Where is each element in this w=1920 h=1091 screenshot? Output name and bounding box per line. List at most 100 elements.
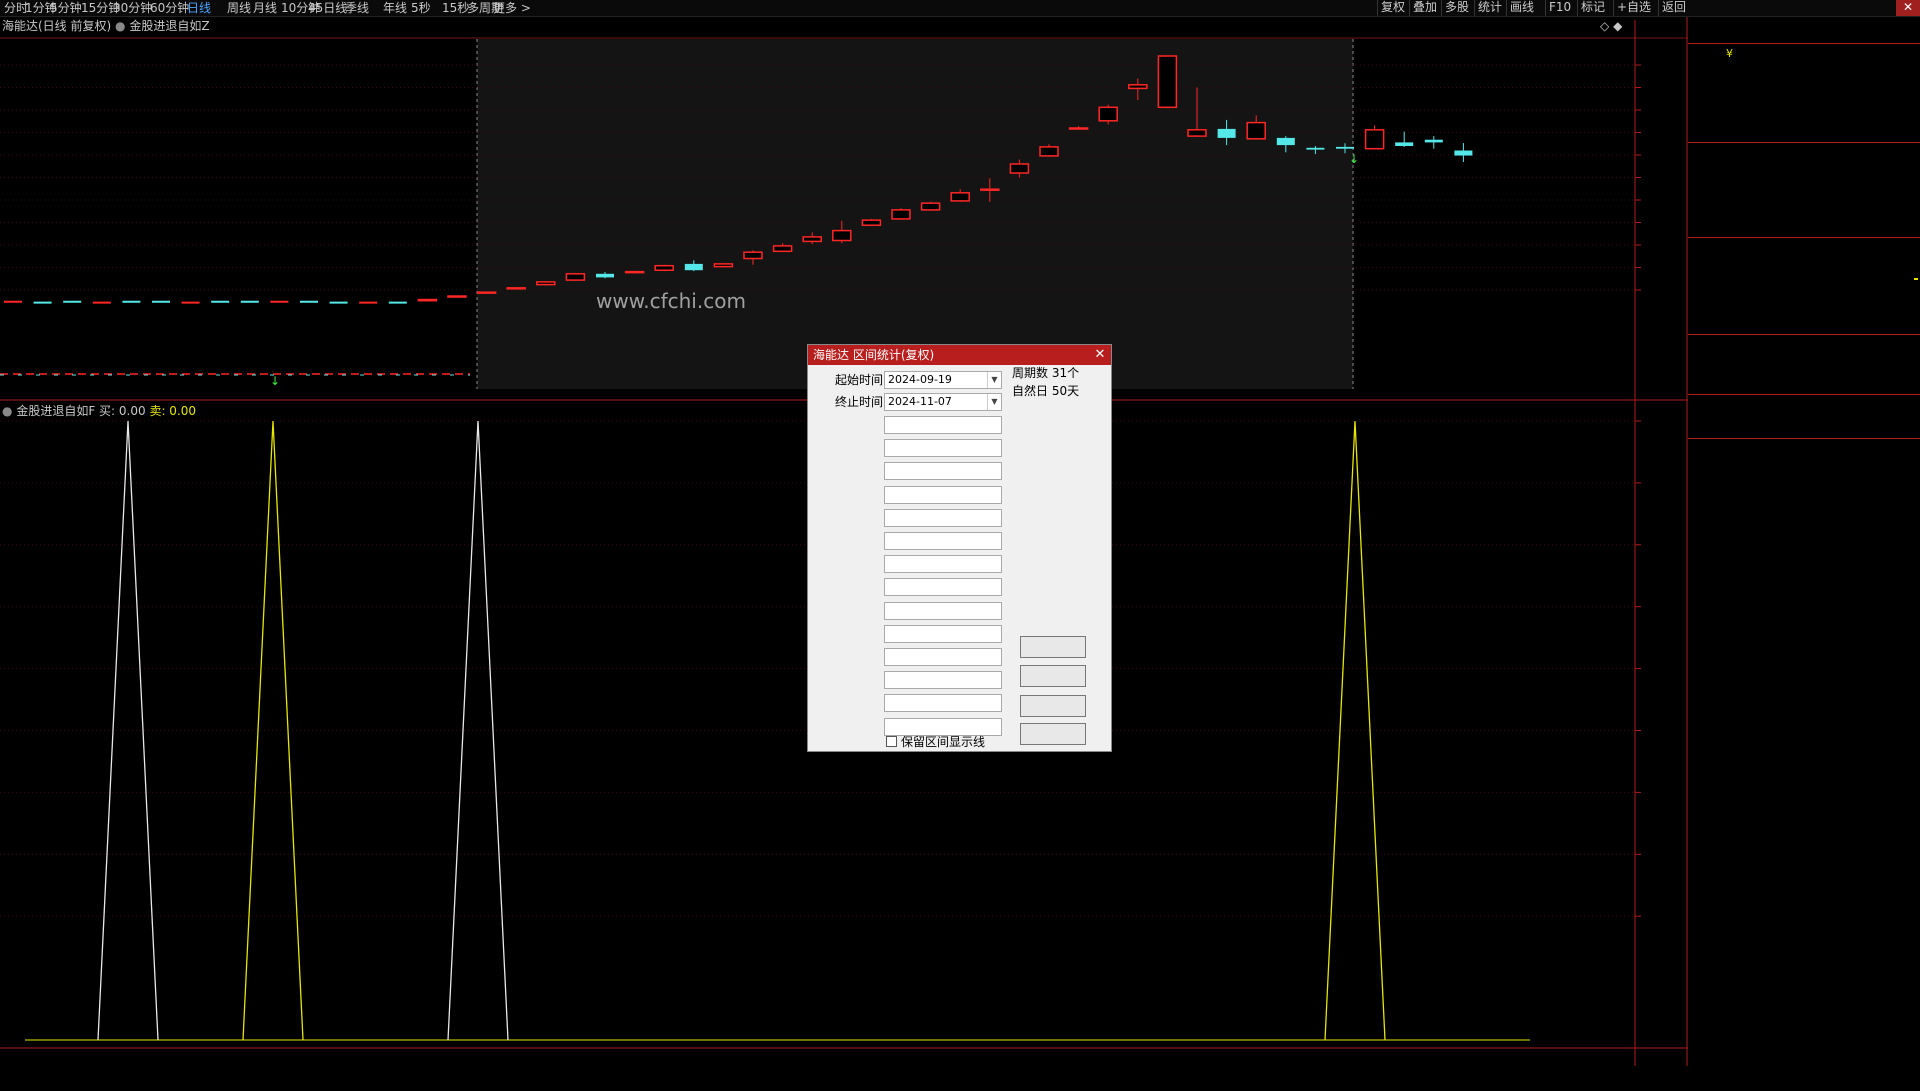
stat-value-2 [1914, 278, 1918, 280]
start-time-select[interactable]: 2024-09-19 ▼ [884, 371, 1002, 389]
candle-body [1246, 121, 1266, 140]
candle-body [506, 287, 526, 290]
field-value [884, 416, 1002, 434]
tick-row [1688, 692, 1920, 710]
selection-area [477, 39, 1353, 389]
candle-body [743, 251, 763, 260]
candle-body [684, 263, 703, 271]
tick-row [1688, 493, 1920, 511]
tick-row [1688, 548, 1920, 566]
stat-row [1688, 315, 1920, 334]
tick-row [1688, 511, 1920, 529]
field-value [884, 648, 1002, 666]
candle-body [565, 273, 586, 281]
candle-body [1395, 142, 1414, 146]
tick-row [1688, 530, 1920, 548]
candle-body [891, 209, 911, 220]
section-divider [1688, 334, 1920, 335]
sub-sell-value: 卖: 0.00 [149, 404, 197, 418]
stock-header [1688, 0, 1920, 19]
stat-row [1688, 277, 1920, 296]
tick-row [1688, 638, 1920, 656]
ask-row: ¥ [1688, 44, 1920, 63]
start-time-label: 起始时间 [834, 373, 883, 387]
tick-row [1688, 892, 1920, 910]
sub-indicator-name: 金股进退自如F [16, 404, 96, 418]
section-divider [1688, 237, 1920, 238]
dialog-button-1[interactable] [1020, 665, 1086, 687]
sub-title: ● 金股进退自如F 买: 0.00 卖: 0.00 [2, 404, 196, 418]
candle-body [654, 264, 674, 271]
field-value [884, 624, 1002, 643]
tick-row [1688, 1036, 1920, 1054]
stat-row [1688, 296, 1920, 315]
watermark: www.cfchi.com [596, 289, 746, 313]
natural-days: 自然日 50天 [1012, 384, 1080, 398]
bid-row [1688, 143, 1920, 162]
tick-row [1688, 855, 1920, 873]
field-value [884, 694, 1002, 713]
tick-row [1688, 711, 1920, 729]
candle-body [417, 298, 438, 302]
candle-body [1336, 146, 1354, 149]
field-value [884, 462, 1002, 481]
status-row [1688, 417, 1920, 436]
stat-row [1688, 239, 1920, 258]
tick-row [1688, 729, 1920, 747]
fin-row [1688, 336, 1920, 355]
chevron-down-icon[interactable]: ▼ [987, 394, 1001, 410]
candle-body [536, 281, 556, 286]
section-divider [1688, 394, 1920, 395]
keep-range-checkbox[interactable] [886, 736, 897, 747]
dialog-button-2[interactable] [1020, 695, 1086, 717]
candle-body [1276, 137, 1295, 146]
main-panel-icons: ◇ ◆ [1600, 19, 1622, 33]
candle-body [713, 263, 734, 268]
candle-body [950, 192, 970, 202]
tick-row [1688, 439, 1920, 457]
dialog-close-icon[interactable]: ✕ [1093, 346, 1107, 364]
end-time-select[interactable]: 2024-11-07 ▼ [884, 393, 1002, 411]
tick-row [1688, 819, 1920, 837]
stock-title: 海能达(日线 前复权) [2, 19, 112, 33]
ask-row [1688, 101, 1920, 120]
section-divider [1688, 43, 1920, 44]
tick-row [1688, 656, 1920, 674]
arrow-down-icon: ↓ [270, 374, 281, 388]
bid-row [1688, 181, 1920, 200]
dialog-button-3[interactable] [1020, 723, 1086, 745]
tick-row [1688, 1018, 1920, 1036]
candle-body [980, 188, 1000, 191]
tick-row [1688, 946, 1920, 964]
start-time-value: 2024-09-19 [888, 373, 952, 386]
end-time-label: 终止时间 [834, 395, 883, 409]
sub-indicator-dot-icon: ● [2, 404, 13, 418]
wb-row [1688, 24, 1920, 43]
end-time-value: 2024-11-07 [888, 395, 952, 408]
bid-row [1688, 219, 1920, 238]
tick-row [1688, 566, 1920, 584]
ask-row [1688, 120, 1920, 139]
diamond-icon[interactable]: ◇ [1600, 19, 1609, 33]
section-divider [1688, 142, 1920, 143]
candle-body [1217, 128, 1236, 138]
tick-row [1688, 837, 1920, 855]
candle-body [624, 270, 645, 274]
candle-body [1009, 163, 1030, 174]
tick-row [1688, 584, 1920, 602]
tick-row [1688, 783, 1920, 801]
tick-row [1688, 801, 1920, 819]
candle-body [861, 219, 882, 226]
dialog-button-0[interactable] [1020, 636, 1086, 658]
fin-row [1688, 374, 1920, 393]
candle-body [1068, 127, 1089, 130]
candle-body [1424, 139, 1443, 143]
tick-row [1688, 765, 1920, 783]
tick-row [1688, 982, 1920, 1000]
chevron-down-icon[interactable]: ▼ [987, 372, 1001, 388]
arrow-down-icon: ↓ [1349, 152, 1360, 166]
range-stats-dialog: 海能达 区间统计(复权) ✕ 起始时间 2024-09-19 ▼ 终止时间 202… [807, 344, 1112, 752]
candle-body [1187, 129, 1207, 137]
diamond-filled-icon[interactable]: ◆ [1613, 19, 1622, 33]
keep-range-label: 保留区间显示线 [901, 735, 986, 749]
